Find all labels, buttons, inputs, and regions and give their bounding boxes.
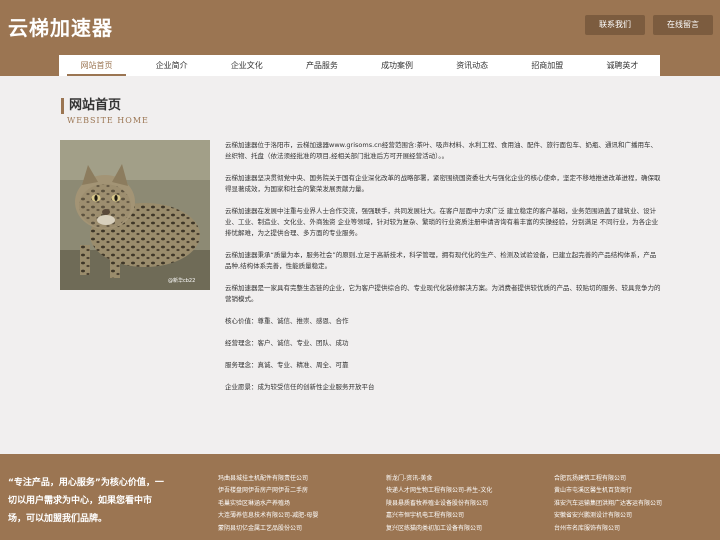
footer-link[interactable]: 大连薄养信息技术有限公司-减肥-母婴 (218, 510, 318, 522)
nav-item-news[interactable]: 资讯动态 (435, 55, 510, 76)
site-footer: “专注产品，用心服务”为核心价值，一切以用户需求为中心，如果您看中市场，可以加盟… (0, 454, 720, 540)
business-philosophy: 经营理念：客户、诚信、专业、团队、成功 (225, 339, 349, 347)
photo-watermark: @新华cb22 (168, 277, 195, 284)
nav-item-home[interactable]: 网站首页 (59, 55, 134, 76)
footer-link[interactable]: 毛巢实验区琳涵水产养殖场 (218, 498, 318, 510)
intro-paragraph: 云梯加速器坚决贯彻党中央、国务院关于国有企业深化改革的战略部署，紧密围绕国资委壮… (225, 174, 661, 193)
footer-link[interactable]: 新龙门-资讯-美食 (386, 473, 492, 485)
page-subtitle: WEBSITE HOME (67, 116, 149, 125)
intro-paragraph: 云梯加速器位于洛阳市，云梯加速器www.grisoms.cn经营范围含:茶叶、吸… (225, 141, 658, 160)
footer-link[interactable]: 陵县悬质畜牧养殖业设备股份有限公司 (386, 498, 492, 510)
core-values: 核心价值：尊重、诚信、推崇、感恩、合作 (225, 317, 349, 325)
intro-paragraph: 云梯加速器秉承“质量为本，服务社会”的原则,立足于高新技术，科学管理，拥有现代化… (225, 251, 657, 270)
footer-links-col-2: 新龙门-资讯-美食 快递人才网生物工程有限公司-养生-文化 陵县悬质畜牧养殖业设… (386, 473, 492, 535)
nav-item-about[interactable]: 企业简介 (134, 55, 209, 76)
company-vision: 企业愿景：成为较受信任的创新性企业服务开放平台 (225, 383, 375, 391)
online-message-button[interactable]: 在线留言 (653, 15, 713, 35)
footer-link[interactable]: 安徽省安兴鹏测设计有限公司 (554, 510, 662, 522)
footer-link[interactable]: 蒙阴县切亿金属工艺品股份公司 (218, 523, 318, 535)
main-nav: 网站首页 企业简介 企业文化 产品服务 成功案例 资讯动态 招商加盟 诚聘英才 (59, 55, 660, 76)
intro-content: 云梯加速器位于洛阳市，云梯加速器www.grisoms.cn经营范围含:茶叶、吸… (225, 140, 661, 404)
intro-paragraph: 云梯加速器是一家具有完整生态链的企业，它为客户提供综合的、专业现代化装修解决方案… (225, 284, 661, 303)
nav-item-products[interactable]: 产品服务 (284, 55, 359, 76)
footer-link[interactable]: 伊吾楼盘网伊吾房产网伊吾二手房 (218, 485, 318, 497)
contact-us-button[interactable]: 联系我们 (585, 15, 645, 35)
footer-links-col-1: 玛曲县城挂主机配件有限责任公司 伊吾楼盘网伊吾房产网伊吾二手房 毛巢实验区琳涵水… (218, 473, 318, 535)
footer-link[interactable]: 玛曲县城挂主机配件有限责任公司 (218, 473, 318, 485)
page-title: 网站首页 (69, 98, 122, 113)
footer-link[interactable]: 台州市名库服饰有限公司 (554, 523, 662, 535)
service-philosophy: 服务理念：真诚、专业、精准、周全、可靠 (225, 361, 349, 369)
nav-item-franchise[interactable]: 招商加盟 (510, 55, 585, 76)
footer-link[interactable]: 黄山市屯溪区馨生机百货商行 (554, 485, 662, 497)
intro-paragraph: 云梯加速器在发展中注重与业界人士合作交流，强强联手，共同发展壮大。在客户层面中力… (225, 207, 659, 237)
footer-slogan: “专注产品，用心服务”为核心价值，一切以用户需求为中心，如果您看中市场，可以加盟… (8, 478, 164, 524)
cat-illustration: @新华cb22 (60, 140, 210, 290)
site-logo[interactable]: 云梯加速器 (8, 12, 113, 41)
footer-link[interactable]: 淮安汽车运输集团洪翔广达客运有限公司 (554, 498, 662, 510)
footer-link[interactable]: 复兴区练猫肉类初加工设备有限公司 (386, 523, 492, 535)
page-title-block: 网站首页 (61, 98, 121, 114)
footer-links-col-3: 合肥瓦扬建筑工程有限公司 黄山市屯溪区馨生机百货商行 淮安汽车运输集团洪翔广达客… (554, 473, 662, 535)
footer-link[interactable]: 快递人才网生物工程有限公司-养生-文化 (386, 485, 492, 497)
footer-link[interactable]: 合肥瓦扬建筑工程有限公司 (554, 473, 662, 485)
cat-photo: @新华cb22 (60, 140, 210, 290)
footer-link[interactable]: 嘉兴市恒宇机电工程有限公司 (386, 510, 492, 522)
nav-item-culture[interactable]: 企业文化 (209, 55, 284, 76)
nav-item-cases[interactable]: 成功案例 (360, 55, 435, 76)
nav-item-jobs[interactable]: 诚聘英才 (585, 55, 660, 76)
